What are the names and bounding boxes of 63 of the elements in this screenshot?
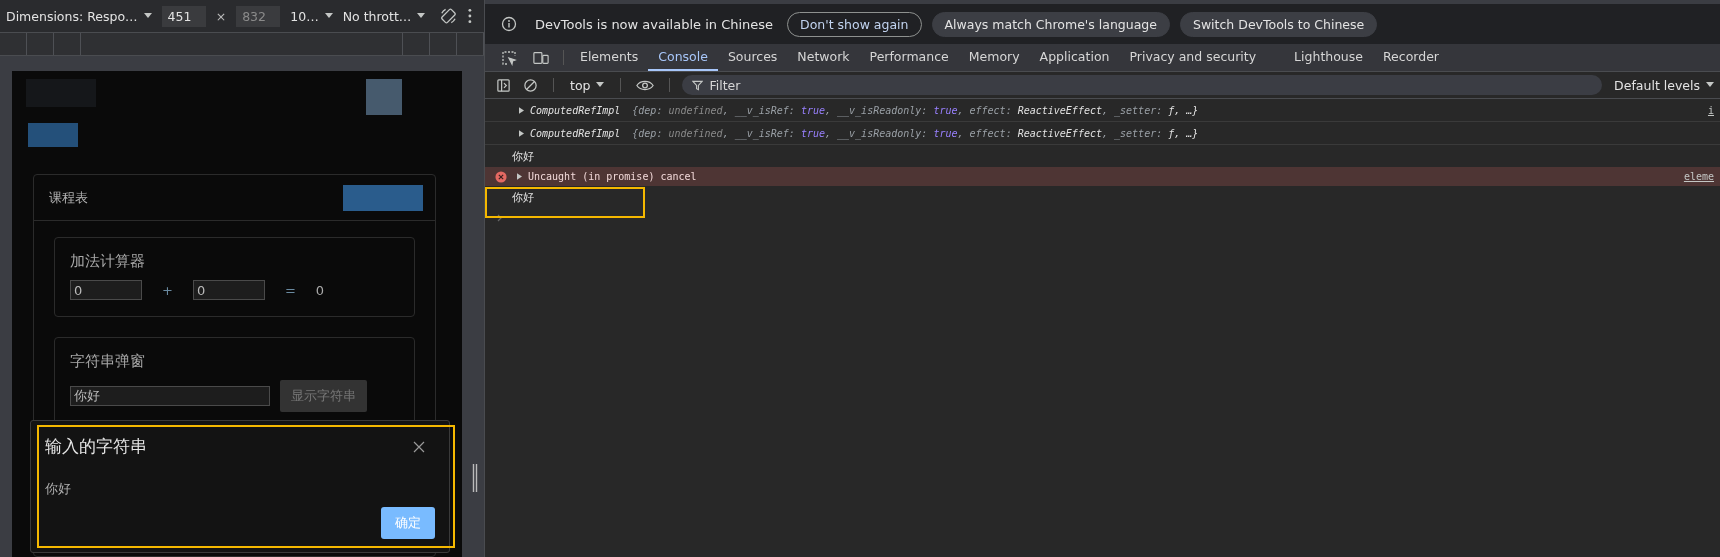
log-message: 你好	[512, 148, 534, 164]
splitter-handle[interactable]	[472, 464, 478, 492]
rotate-icon[interactable]	[439, 6, 459, 26]
infobar-button[interactable]: Always match Chrome's language	[931, 11, 1170, 37]
number-input[interactable]: 0	[192, 280, 265, 300]
expand-arrow-icon[interactable]	[519, 106, 524, 114]
times-sign: ×	[215, 8, 227, 24]
sidebar-toggle-icon[interactable]	[496, 77, 511, 93]
caret-icon	[324, 13, 333, 19]
filter-field[interactable]: Filter	[682, 75, 1603, 95]
devtools-tab[interactable]: Application	[1029, 44, 1120, 71]
devtools-tab[interactable]: Sources	[717, 44, 788, 71]
dialog-message: 你好	[45, 480, 72, 498]
log-levels-dropdown[interactable]: Default levels	[1608, 77, 1720, 93]
more-options-icon[interactable]	[468, 8, 472, 24]
pixelated-block	[366, 79, 402, 115]
log-message: 你好	[512, 189, 534, 205]
object-class-name: ComputedRefImpl	[530, 127, 621, 139]
source-link[interactable]: i	[1707, 104, 1714, 116]
width-field[interactable]: 451	[161, 5, 206, 27]
devtools-tab[interactable]: Recorder	[1373, 44, 1449, 71]
object-preview: {dep: undefined, __v_isRef: true, __v_isReadonly: true, effect: ReactiveEffect, _setter: ƒ, …}	[632, 104, 1199, 116]
sum-result: 0	[315, 282, 325, 298]
caret-icon	[1706, 82, 1714, 88]
panel-title: 字符串弹窗	[70, 352, 146, 371]
expand-arrow-icon[interactable]	[519, 129, 524, 137]
caret-icon	[417, 13, 426, 19]
number-input[interactable]: 0	[70, 280, 142, 300]
prompt-chevron-icon	[497, 214, 503, 222]
card-title: 课程表	[49, 188, 88, 207]
clear-console-icon[interactable]	[523, 77, 538, 93]
zoom-dropdown[interactable]: 10…	[290, 8, 333, 24]
context-dropdown[interactable]: top	[570, 77, 605, 93]
device-toolbar-icon[interactable]	[533, 49, 549, 66]
equals-sign: =	[284, 282, 296, 298]
info-icon	[501, 16, 517, 32]
infobar-message: DevTools is now available in Chinese	[535, 16, 774, 32]
dimensions-dropdown[interactable]: Dimensions: Respo…	[6, 8, 152, 24]
filter-icon	[692, 80, 704, 91]
devtools-tab[interactable]: Elements	[570, 44, 649, 71]
plus-sign: +	[162, 282, 173, 298]
devtools-tab[interactable]: Lighthouse	[1284, 44, 1373, 71]
panel-title: 加法计算器	[70, 252, 146, 271]
close-icon[interactable]	[413, 440, 425, 453]
object-class-name: ComputedRefImpl	[530, 104, 621, 116]
caret-icon	[143, 13, 152, 19]
error-icon	[495, 170, 507, 183]
devtools-tab[interactable]: Network	[787, 44, 860, 71]
eye-icon[interactable]	[636, 78, 655, 92]
infobar-button[interactable]: Switch DevTools to Chinese	[1179, 11, 1378, 37]
expand-arrow-icon[interactable]	[517, 173, 522, 180]
dialog-title: 输入的字符串	[45, 435, 147, 458]
devtools-tab[interactable]: Memory	[958, 44, 1030, 71]
source-link[interactable]: eleme	[1683, 171, 1714, 182]
inspect-element-icon[interactable]	[501, 49, 517, 66]
object-preview: {dep: undefined, __v_isRef: true, __v_isReadonly: true, effect: ReactiveEffect, _setter: ƒ, …}	[632, 127, 1199, 139]
devtools-tab[interactable]: Performance	[859, 44, 959, 71]
devtools-tab[interactable]: Privacy and security	[1119, 44, 1267, 71]
error-message: Uncaught (in promise) cancel	[528, 171, 697, 182]
throttling-dropdown[interactable]: No thrott…	[342, 8, 426, 24]
caret-icon	[596, 82, 605, 88]
pixelated-block	[28, 123, 78, 147]
text-input[interactable]: 你好	[70, 386, 270, 406]
